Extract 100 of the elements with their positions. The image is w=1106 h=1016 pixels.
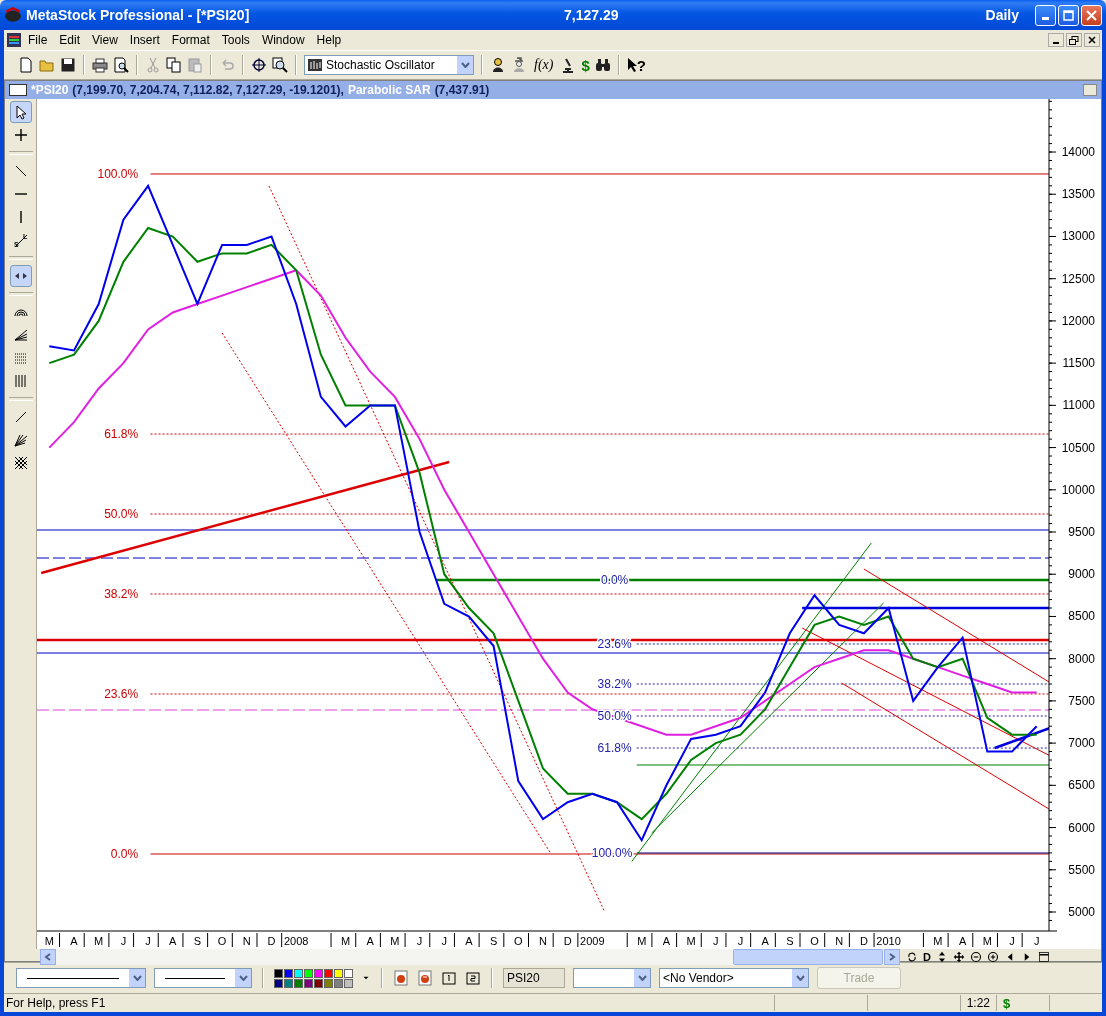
menu-item[interactable]: Insert [123, 33, 166, 47]
x-axis-label: M [933, 935, 943, 947]
color-swatch[interactable] [314, 978, 323, 988]
color-swatch[interactable] [324, 968, 333, 978]
x-axis-label: N [835, 935, 844, 947]
vertical-line-icon [19, 210, 22, 224]
chart-page-icon[interactable] [417, 970, 433, 986]
zoom-in-icon[interactable] [986, 951, 999, 963]
close-button[interactable] [1081, 4, 1102, 26]
color-swatch[interactable] [344, 978, 353, 988]
color-swatch[interactable] [324, 978, 333, 988]
bar-chart-icon [308, 59, 322, 71]
x-axis-label: O [514, 935, 523, 947]
burst-lines-icon [12, 432, 29, 448]
periodicity-label: Daily [985, 7, 1019, 23]
line-width-dropdown[interactable] [154, 968, 252, 988]
y-axis-label: 5000 [1068, 905, 1095, 919]
x-axis-label: A [70, 935, 78, 947]
x-axis-label: D [563, 935, 572, 947]
menu-item[interactable]: Tools [215, 33, 256, 47]
help-button[interactable]: ? [626, 56, 646, 74]
scrollbar-thumb[interactable] [733, 949, 883, 965]
vendor-dropdown[interactable]: <No Vendor> [659, 968, 809, 988]
menu-item[interactable]: Window [255, 33, 311, 47]
fibonacci-label: 38.2% [104, 587, 139, 601]
color-swatch[interactable] [294, 968, 303, 978]
x-axis-label: J [145, 935, 151, 947]
formula-button[interactable]: f(x) [532, 57, 556, 73]
menu-item[interactable]: Edit [53, 33, 87, 47]
x-axis-label: D [859, 935, 868, 947]
child-close-button[interactable] [1084, 33, 1100, 47]
empty-dropdown[interactable] [573, 968, 651, 988]
fibonacci-label: 100.0% [97, 167, 139, 181]
copy-icon[interactable] [166, 57, 182, 73]
chart-page-icon[interactable] [393, 970, 409, 986]
color-swatch[interactable] [344, 968, 353, 978]
x-axis-label: M [637, 935, 647, 947]
zoom-icon[interactable] [272, 57, 288, 73]
layout-two-icon[interactable] [465, 970, 481, 986]
print-preview-icon[interactable] [113, 57, 129, 73]
binoculars-icon[interactable] [594, 57, 611, 73]
pointer-tool[interactable] [9, 101, 32, 123]
scroll-right-button[interactable] [884, 949, 900, 965]
left-right-arrows-tool[interactable] [9, 265, 32, 287]
y-axis-label: 8500 [1068, 609, 1095, 624]
minimize-button[interactable] [1035, 4, 1056, 26]
scroll-left-button[interactable] [40, 949, 56, 965]
chart-title: *PSI20 [31, 83, 69, 97]
x-axis-label: M [94, 935, 104, 947]
color-swatch[interactable] [334, 968, 343, 978]
y-axis-label: 9000 [1068, 567, 1095, 582]
x-axis-label: J [1009, 935, 1015, 947]
cycle-arrows-icon[interactable] [906, 951, 918, 963]
color-swatch[interactable] [274, 978, 283, 988]
open-folder-icon[interactable] [39, 57, 55, 73]
color-swatch[interactable] [284, 968, 293, 978]
child-minimize-button[interactable] [1048, 33, 1064, 47]
color-swatch[interactable] [304, 978, 313, 988]
close-icon [1086, 9, 1097, 21]
color-swatch[interactable] [294, 978, 303, 988]
indicator-dropdown[interactable]: Stochastic Oscillator [304, 55, 474, 75]
y-axis-label: 7500 [1068, 693, 1095, 708]
window-icon[interactable] [1037, 951, 1050, 963]
layout-one-icon[interactable] [441, 970, 457, 986]
x-axis-label: A [761, 935, 769, 947]
menu-item[interactable]: File [22, 33, 54, 47]
line-style-dropdown[interactable] [16, 968, 146, 988]
color-swatch[interactable] [314, 968, 323, 978]
child-restore-button[interactable] [1066, 33, 1082, 47]
menu-item[interactable]: View [86, 33, 124, 47]
color-swatch[interactable] [274, 968, 283, 978]
maximize-button[interactable] [1058, 4, 1079, 26]
fibonacci-label: 23.6% [104, 686, 139, 701]
status-text: For Help, press F1 [5, 996, 107, 1010]
horizontal-scrollbar[interactable] [40, 949, 900, 965]
zoom-out-icon[interactable] [969, 951, 982, 963]
right-chevron-icon [888, 953, 896, 961]
printer-icon[interactable] [92, 57, 108, 73]
x-axis-label: J [441, 935, 447, 947]
color-swatch[interactable] [304, 968, 313, 978]
symbol-field[interactable]: PSI20 [503, 968, 565, 988]
dollar-button[interactable]: $ [581, 56, 590, 74]
x-axis-label: S [489, 935, 498, 947]
menu-item[interactable]: Help [310, 33, 348, 47]
document-icon[interactable] [6, 32, 22, 48]
fibonacci-label: 38.2% [597, 677, 632, 691]
color-swatch[interactable] [334, 978, 343, 988]
x-axis-label: M [686, 935, 696, 947]
period-button[interactable]: D [923, 951, 931, 963]
hat-figure-icon[interactable] [511, 57, 527, 73]
restore-button[interactable] [1083, 84, 1097, 96]
figure-icon[interactable] [490, 57, 506, 73]
fibonacci-label: 23.6% [597, 637, 632, 651]
menu-item[interactable]: Format [165, 33, 216, 47]
new-document-icon[interactable] [18, 57, 34, 73]
color-swatch[interactable] [284, 978, 293, 988]
four-way-arrows-icon[interactable] [952, 951, 965, 963]
y-axis-label: 13000 [1061, 229, 1095, 244]
x-axis-label: M [44, 935, 54, 947]
crosshair-icon[interactable] [251, 57, 267, 73]
